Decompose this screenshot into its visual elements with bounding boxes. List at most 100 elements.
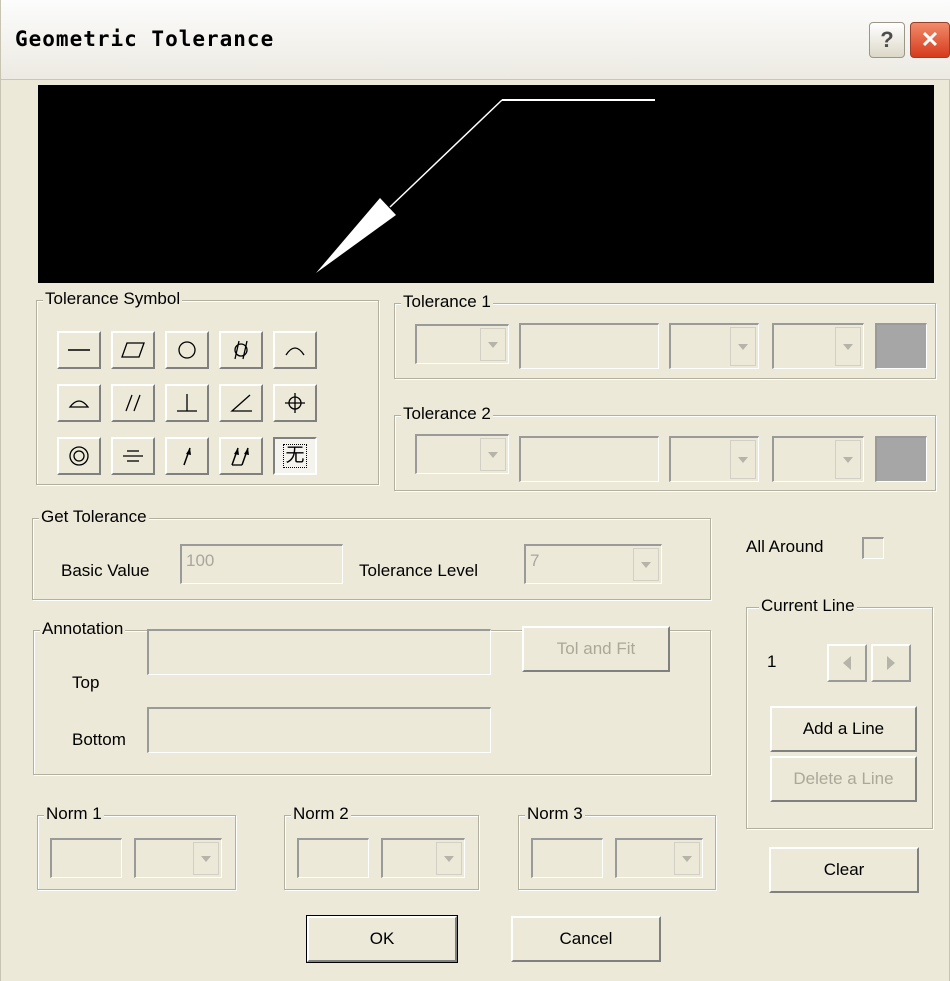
basic-value-label: Basic Value	[61, 561, 150, 580]
norm-2-input[interactable]	[297, 838, 369, 878]
tolerance-2-extra-dropdown[interactable]	[772, 436, 864, 482]
norm-1-legend: Norm 1	[44, 804, 104, 824]
all-around-label: All Around	[746, 537, 824, 556]
profile-of-line-button[interactable]	[273, 331, 317, 369]
delete-a-line-button[interactable]: Delete a Line	[770, 756, 917, 802]
annotation-group: Annotation Top Bottom Tol and Fit	[33, 619, 711, 775]
profile-of-line-icon	[285, 347, 305, 356]
position-icon	[285, 393, 305, 413]
norm-3-dropdown[interactable]	[615, 838, 703, 878]
straightness-button[interactable]	[57, 331, 101, 369]
tolerance-2-legend: Tolerance 2	[401, 404, 493, 424]
annotation-bottom-input[interactable]	[147, 707, 491, 753]
circular-runout-icon	[183, 447, 191, 466]
close-icon: ✕	[920, 27, 940, 52]
chevron-down-icon	[480, 438, 506, 471]
chevron-down-icon	[674, 842, 700, 875]
tolerance-2-value-input[interactable]	[519, 436, 659, 482]
add-a-line-label: Add a Line	[802, 719, 885, 738]
tolerance-1-diameter-dropdown[interactable]	[415, 324, 509, 364]
none-symbol-button[interactable]: 无	[273, 437, 317, 475]
norm-3-input[interactable]	[531, 838, 603, 878]
parallelism-button[interactable]	[111, 384, 155, 422]
tolerance-1-color-swatch[interactable]	[875, 323, 927, 369]
angularity-icon	[230, 394, 252, 412]
all-around-checkbox[interactable]	[862, 537, 884, 559]
tolerance-1-group: Tolerance 1	[394, 292, 936, 379]
previous-line-button[interactable]	[827, 644, 867, 682]
none-icon: 无	[283, 444, 307, 468]
norm-3-legend: Norm 3	[525, 804, 585, 824]
get-tolerance-legend: Get Tolerance	[39, 507, 149, 527]
annotation-top-input[interactable]	[147, 629, 491, 675]
delete-a-line-label: Delete a Line	[793, 769, 894, 788]
tol-and-fit-button[interactable]: Tol and Fit	[522, 626, 670, 672]
ok-label: OK	[369, 929, 395, 948]
flatness-icon	[121, 342, 145, 358]
total-runout-button[interactable]	[219, 437, 263, 475]
chevron-down-icon	[730, 327, 756, 366]
arrow-right-icon	[887, 656, 895, 670]
current-line-group: Current Line 1 Add a Line Delete a Line	[746, 596, 933, 829]
basic-value-input[interactable]: 100	[180, 544, 343, 584]
norm-1-input[interactable]	[50, 838, 122, 878]
help-button[interactable]: ?	[869, 22, 905, 58]
chevron-down-icon	[730, 440, 756, 479]
tolerance-level-dropdown[interactable]: 7	[524, 544, 662, 584]
tolerance-2-group: Tolerance 2	[394, 404, 936, 491]
preview-canvas	[38, 85, 934, 283]
chevron-down-icon	[193, 842, 219, 875]
chevron-down-icon	[835, 440, 861, 479]
tolerance-1-legend: Tolerance 1	[401, 292, 493, 312]
tolerance-level-label: Tolerance Level	[359, 561, 479, 580]
tolerance-symbol-group: Tolerance Symbol 无	[36, 289, 379, 485]
chevron-down-icon	[835, 327, 861, 366]
circularity-button[interactable]	[165, 331, 209, 369]
cylindricity-button[interactable]	[219, 331, 263, 369]
chevron-down-icon	[633, 548, 659, 581]
current-line-value: 1	[767, 652, 777, 671]
tolerance-2-color-swatch[interactable]	[875, 436, 927, 482]
norm-2-legend: Norm 2	[291, 804, 351, 824]
window-title: Geometric Tolerance	[15, 27, 275, 51]
norm-2-dropdown[interactable]	[381, 838, 465, 878]
tolerance-1-value-input[interactable]	[519, 323, 659, 369]
next-line-button[interactable]	[871, 644, 911, 682]
cancel-label: Cancel	[559, 929, 613, 948]
tol-and-fit-label: Tol and Fit	[556, 639, 636, 658]
close-button[interactable]: ✕	[910, 22, 950, 58]
annotation-legend: Annotation	[40, 619, 126, 639]
angularity-button[interactable]	[219, 384, 263, 422]
clear-label: Clear	[823, 860, 865, 879]
perpendicularity-button[interactable]	[165, 384, 209, 422]
tolerance-2-modifier-dropdown[interactable]	[669, 436, 759, 482]
tolerance-1-modifier-dropdown[interactable]	[669, 323, 759, 369]
position-button[interactable]	[273, 384, 317, 422]
get-tolerance-group: Get Tolerance Basic Value 100 Tolerance …	[32, 507, 711, 600]
concentricity-icon	[69, 446, 89, 466]
flatness-button[interactable]	[111, 331, 155, 369]
perpendicularity-icon	[177, 394, 197, 412]
concentricity-button[interactable]	[57, 437, 101, 475]
ok-button[interactable]: OK	[306, 915, 458, 963]
title-bar: Geometric Tolerance ? ✕	[1, 0, 950, 80]
parallelism-icon	[125, 394, 141, 412]
norm-2-group: Norm 2	[284, 804, 479, 890]
tolerance-level-value: 7	[530, 551, 540, 570]
tolerance-1-extra-dropdown[interactable]	[772, 323, 864, 369]
tolerance-2-diameter-dropdown[interactable]	[415, 434, 509, 474]
cancel-button[interactable]: Cancel	[511, 916, 661, 962]
clear-button[interactable]: Clear	[769, 847, 919, 893]
circular-runout-button[interactable]	[165, 437, 209, 475]
straightness-icon	[68, 349, 90, 351]
symmetry-button[interactable]	[111, 437, 155, 475]
bottom-label: Bottom	[72, 730, 126, 749]
add-a-line-button[interactable]: Add a Line	[770, 706, 917, 752]
top-label: Top	[72, 673, 100, 692]
circularity-icon	[178, 341, 196, 359]
basic-value: 100	[186, 551, 215, 570]
geometric-tolerance-dialog: Geometric Tolerance ? ✕ Tolerance Symbol	[0, 0, 950, 981]
profile-of-surface-button[interactable]	[57, 384, 101, 422]
help-icon: ?	[880, 27, 894, 52]
norm-1-dropdown[interactable]	[134, 838, 222, 878]
